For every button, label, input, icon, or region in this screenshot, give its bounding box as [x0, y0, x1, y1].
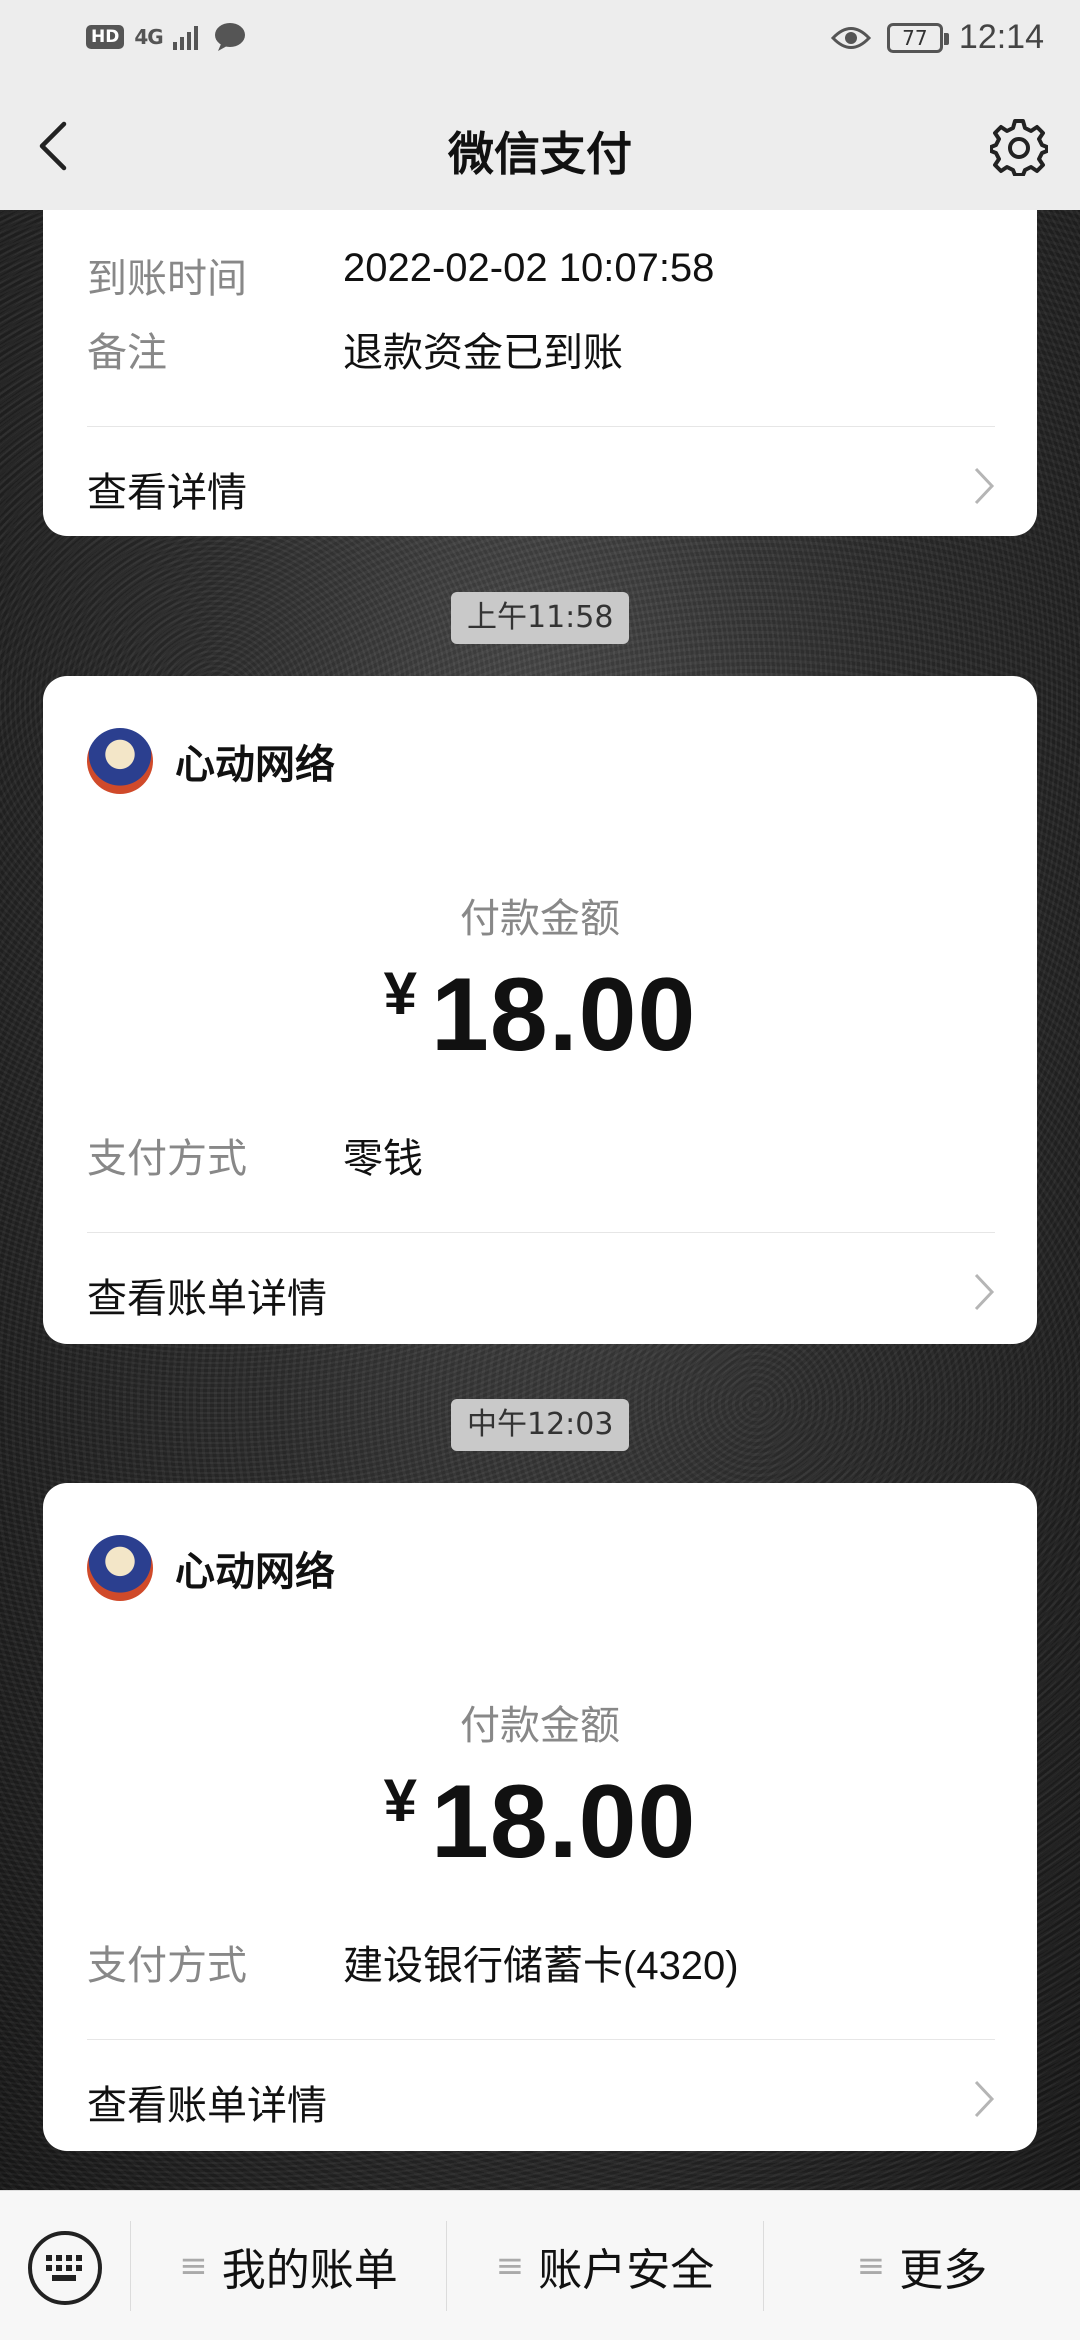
view-bill-label: 查看账单详情 — [87, 1276, 327, 1322]
tab-label: 账户安全 — [538, 2245, 715, 2296]
payment-card: 心动网络 付款金额 ¥18.00 支付方式 建设银行储蓄卡(4320) 查看账单… — [43, 1483, 1037, 2151]
amount-value: ¥18.00 — [43, 1763, 1037, 1882]
menu-icon: ≡ — [495, 2246, 525, 2286]
view-details-link[interactable]: 查看详情 — [87, 460, 995, 518]
merchant-name: 心动网络 — [175, 1549, 335, 1595]
amount-number: 18.00 — [431, 1764, 697, 1880]
chevron-right-icon — [974, 1273, 995, 1311]
view-bill-label: 查看账单详情 — [87, 2083, 327, 2129]
chevron-right-icon — [974, 2080, 995, 2118]
payment-method-value: 零钱 — [343, 1137, 423, 1181]
remark-row: 备注 退款资金已到账 — [87, 320, 623, 378]
divider — [87, 2039, 995, 2040]
signal-icon — [172, 26, 198, 50]
refund-card: 到账时间 2022-02-02 10:07:58 备注 退款资金已到账 查看详情 — [43, 210, 1037, 536]
view-bill-link[interactable]: 查看账单详情 — [87, 1266, 995, 1324]
tab-label: 更多 — [899, 2245, 988, 2296]
chevron-right-icon — [974, 467, 995, 505]
menu-icon: ≡ — [179, 2246, 208, 2286]
remark-value: 退款资金已到账 — [343, 331, 623, 375]
amount-value: ¥18.00 — [43, 956, 1037, 1075]
page-title: 微信支付 — [448, 127, 632, 181]
eye-icon — [830, 26, 871, 49]
currency-symbol: ¥ — [383, 1767, 418, 1834]
hd-badge: HD — [86, 25, 125, 49]
payment-method-label: 支付方式 — [87, 1136, 247, 1182]
divider — [87, 1232, 995, 1233]
arrival-time-label: 到账时间 — [87, 256, 247, 302]
tab-my-bills[interactable]: ≡ 我的账单 — [131, 2191, 446, 2340]
battery-indicator: 77 — [886, 22, 949, 53]
keyboard-icon — [46, 2255, 82, 2281]
merchant-avatar — [87, 728, 153, 794]
payment-method-row: 支付方式 建设银行储蓄卡(4320) — [87, 1933, 739, 1991]
menu-icon: ≡ — [856, 2246, 886, 2286]
keyboard-toggle-button[interactable] — [28, 2231, 102, 2305]
merchant-name: 心动网络 — [175, 742, 335, 788]
view-details-label: 查看详情 — [87, 470, 247, 516]
payment-method-label: 支付方式 — [87, 1943, 247, 1989]
bottom-menu-bar: ≡ 我的账单 ≡ 账户安全 ≡ 更多 — [0, 2190, 1080, 2340]
currency-symbol: ¥ — [383, 960, 418, 1027]
payment-method-value: 建设银行储蓄卡(4320) — [343, 1944, 739, 1988]
divider — [87, 426, 995, 427]
chat-bubble-icon — [214, 23, 245, 51]
nav-bar: 微信支付 — [0, 82, 1080, 210]
tab-label: 我的账单 — [221, 2245, 398, 2296]
amount-label: 付款金额 — [460, 1703, 620, 1749]
message-time: 上午11:58 — [451, 592, 630, 644]
amount-number: 18.00 — [431, 957, 697, 1073]
status-right: 77 12:14 — [830, 18, 1044, 57]
remark-label: 备注 — [87, 330, 167, 376]
tab-account-security[interactable]: ≡ 账户安全 — [447, 2191, 763, 2340]
gear-icon[interactable] — [990, 118, 1048, 176]
status-time: 12:14 — [958, 18, 1044, 56]
payment-method-row: 支付方式 零钱 — [87, 1126, 423, 1184]
arrival-time-row: 到账时间 2022-02-02 10:07:58 — [87, 246, 714, 304]
amount-label: 付款金额 — [460, 896, 620, 942]
status-left: HD 4G — [86, 22, 247, 52]
network-type: 4G — [134, 25, 163, 49]
message-time: 中午12:03 — [451, 1399, 630, 1451]
merchant-header[interactable]: 心动网络 — [87, 1535, 335, 1601]
payment-card: 心动网络 付款金额 ¥18.00 支付方式 零钱 查看账单详情 — [43, 676, 1037, 1344]
tab-more[interactable]: ≡ 更多 — [764, 2191, 1080, 2340]
merchant-header[interactable]: 心动网络 — [87, 728, 335, 794]
arrival-time-value: 2022-02-02 10:07:58 — [343, 246, 715, 290]
status-bar: HD 4G 77 12:14 — [0, 0, 1080, 82]
merchant-avatar — [87, 1535, 153, 1601]
view-bill-link[interactable]: 查看账单详情 — [87, 2073, 995, 2131]
